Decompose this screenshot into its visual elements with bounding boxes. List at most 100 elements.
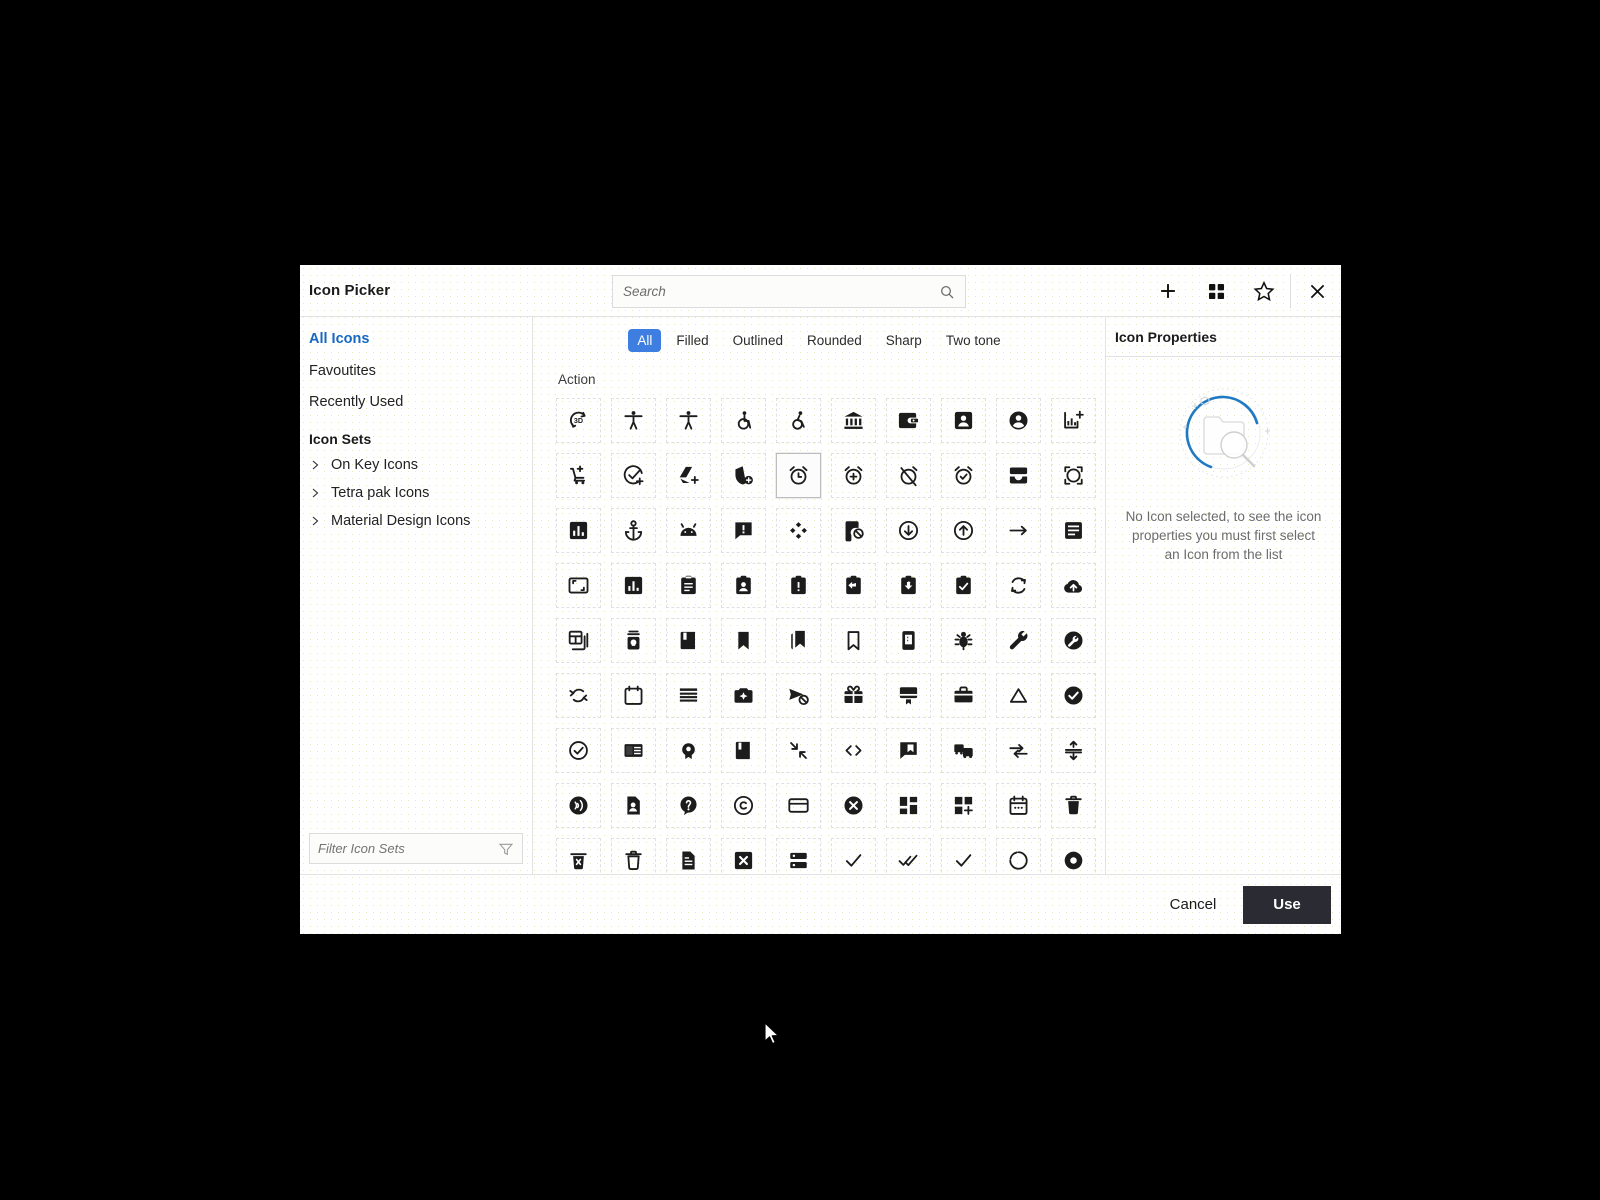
tab-two-tone[interactable]: Two tone <box>937 329 1010 352</box>
assignment-ind-icon[interactable] <box>721 563 766 608</box>
close-icon[interactable] <box>1293 265 1341 317</box>
comment-bank-icon[interactable] <box>886 728 931 773</box>
dns-icon[interactable] <box>776 838 821 874</box>
delete-outline-icon[interactable] <box>611 838 656 874</box>
compress-icon[interactable] <box>1051 728 1096 773</box>
card-giftcard-icon[interactable] <box>831 673 876 718</box>
bookmarks-icon[interactable] <box>776 618 821 663</box>
assignment-return-icon[interactable] <box>831 563 876 608</box>
contact-support-icon[interactable] <box>666 783 711 828</box>
alarm-on-icon[interactable] <box>941 453 986 498</box>
search-input[interactable] <box>613 284 939 299</box>
tab-sharp[interactable]: Sharp <box>877 329 931 352</box>
done-all-icon[interactable] <box>886 838 931 874</box>
accessible-icon[interactable] <box>721 398 766 443</box>
dashboard-customize-icon[interactable] <box>941 783 986 828</box>
chevron-right-icon[interactable] <box>309 487 321 499</box>
camera-enhance-icon[interactable] <box>721 673 766 718</box>
assignment-turned-in-icon[interactable] <box>941 563 986 608</box>
account-balance-icon[interactable] <box>831 398 876 443</box>
assessment-icon[interactable] <box>611 563 656 608</box>
close-fullscreen-icon[interactable] <box>776 728 821 773</box>
sidebar-item-material-design-icons[interactable]: Material Design Icons <box>300 507 532 535</box>
bug-report-icon[interactable] <box>941 618 986 663</box>
funnel-filter-icon[interactable] <box>498 841 522 857</box>
accessibility-icon[interactable] <box>611 398 656 443</box>
sidebar-item-tetra-pak-icons[interactable]: Tetra pak Icons <box>300 479 532 507</box>
alarm-off-icon[interactable] <box>886 453 931 498</box>
book-icon[interactable] <box>666 618 711 663</box>
tab-all[interactable]: All <box>628 329 662 352</box>
donut-small-icon[interactable] <box>1051 838 1096 874</box>
add-to-drive-icon[interactable] <box>666 453 711 498</box>
api-icon[interactable] <box>776 508 821 553</box>
article-icon[interactable] <box>1051 508 1096 553</box>
anchor-icon[interactable] <box>611 508 656 553</box>
accessibility-new-icon[interactable] <box>666 398 711 443</box>
arrow-right-alt-icon[interactable] <box>996 508 1041 553</box>
calendar-today-icon[interactable] <box>611 673 656 718</box>
build-circle-icon[interactable] <box>1051 618 1096 663</box>
grid-view-icon[interactable] <box>1192 265 1240 317</box>
account-circle-icon[interactable] <box>996 398 1041 443</box>
add-shopping-cart-icon[interactable] <box>556 453 601 498</box>
icon-grid-scroll[interactable]: 3D <box>533 393 1105 874</box>
delete-icon[interactable] <box>1051 783 1096 828</box>
assignment-icon[interactable] <box>666 563 711 608</box>
code-icon[interactable] <box>831 728 876 773</box>
announcement-icon[interactable] <box>721 508 766 553</box>
assignment-returned-icon[interactable] <box>886 563 931 608</box>
card-travel-icon[interactable] <box>941 673 986 718</box>
tab-outlined[interactable]: Outlined <box>724 329 792 352</box>
tab-filled[interactable]: Filled <box>667 329 717 352</box>
chrome-reader-mode-icon[interactable] <box>611 728 656 773</box>
account-box-icon[interactable] <box>941 398 986 443</box>
android-icon[interactable] <box>666 508 711 553</box>
closed-caption-icon[interactable] <box>721 728 766 773</box>
done-outline-icon[interactable] <box>941 838 986 874</box>
bookmark-border-icon[interactable] <box>831 618 876 663</box>
filter-icon-sets-input[interactable] <box>310 841 498 856</box>
copyright-icon[interactable] <box>721 783 766 828</box>
add-chart-icon[interactable] <box>1051 398 1096 443</box>
assignment-late-icon[interactable] <box>776 563 821 608</box>
cancel-schedule-send-icon[interactable] <box>776 673 821 718</box>
check-circle-icon[interactable] <box>1051 673 1096 718</box>
contact-page-icon[interactable] <box>611 783 656 828</box>
app-blocking-icon[interactable] <box>831 508 876 553</box>
calendar-view-day-icon[interactable] <box>666 673 711 718</box>
build-icon[interactable] <box>996 618 1041 663</box>
commute-icon[interactable] <box>941 728 986 773</box>
compare-arrows-icon[interactable] <box>996 728 1041 773</box>
donut-large-icon[interactable] <box>996 838 1041 874</box>
delete-forever-icon[interactable] <box>556 838 601 874</box>
check-circle-outline-icon[interactable] <box>556 728 601 773</box>
account-balance-wallet-icon[interactable] <box>886 398 931 443</box>
search-icon[interactable] <box>939 284 965 300</box>
arrow-circle-down-icon[interactable] <box>886 508 931 553</box>
backup-table-icon[interactable] <box>556 618 601 663</box>
use-button[interactable]: Use <box>1243 885 1331 924</box>
disabled-by-default-icon[interactable] <box>721 838 766 874</box>
sidebar-item-recently-used[interactable]: Recently Used <box>300 387 532 419</box>
dashboard-icon[interactable] <box>886 783 931 828</box>
bookmark-icon[interactable] <box>721 618 766 663</box>
batch-prediction-icon[interactable] <box>611 618 656 663</box>
filter-icon-sets-box[interactable] <box>309 833 523 864</box>
addchart-shield-icon[interactable] <box>721 453 766 498</box>
dangerous-icon[interactable] <box>831 783 876 828</box>
accessible-forward-icon[interactable] <box>776 398 821 443</box>
chevron-right-icon[interactable] <box>309 459 321 471</box>
backup-icon[interactable] <box>1051 563 1096 608</box>
change-history-icon[interactable] <box>996 673 1041 718</box>
class-icon[interactable] <box>666 728 711 773</box>
book-online-icon[interactable] <box>886 618 931 663</box>
aspect-ratio-icon[interactable] <box>556 563 601 608</box>
alarm-icon[interactable] <box>776 453 821 498</box>
search-box[interactable] <box>612 275 966 308</box>
autorenew-icon[interactable] <box>996 563 1041 608</box>
all-inbox-icon[interactable] <box>996 453 1041 498</box>
alarm-add-icon[interactable] <box>831 453 876 498</box>
sidebar-item-all-icons[interactable]: All Icons <box>300 324 532 356</box>
cached-icon[interactable] <box>556 673 601 718</box>
